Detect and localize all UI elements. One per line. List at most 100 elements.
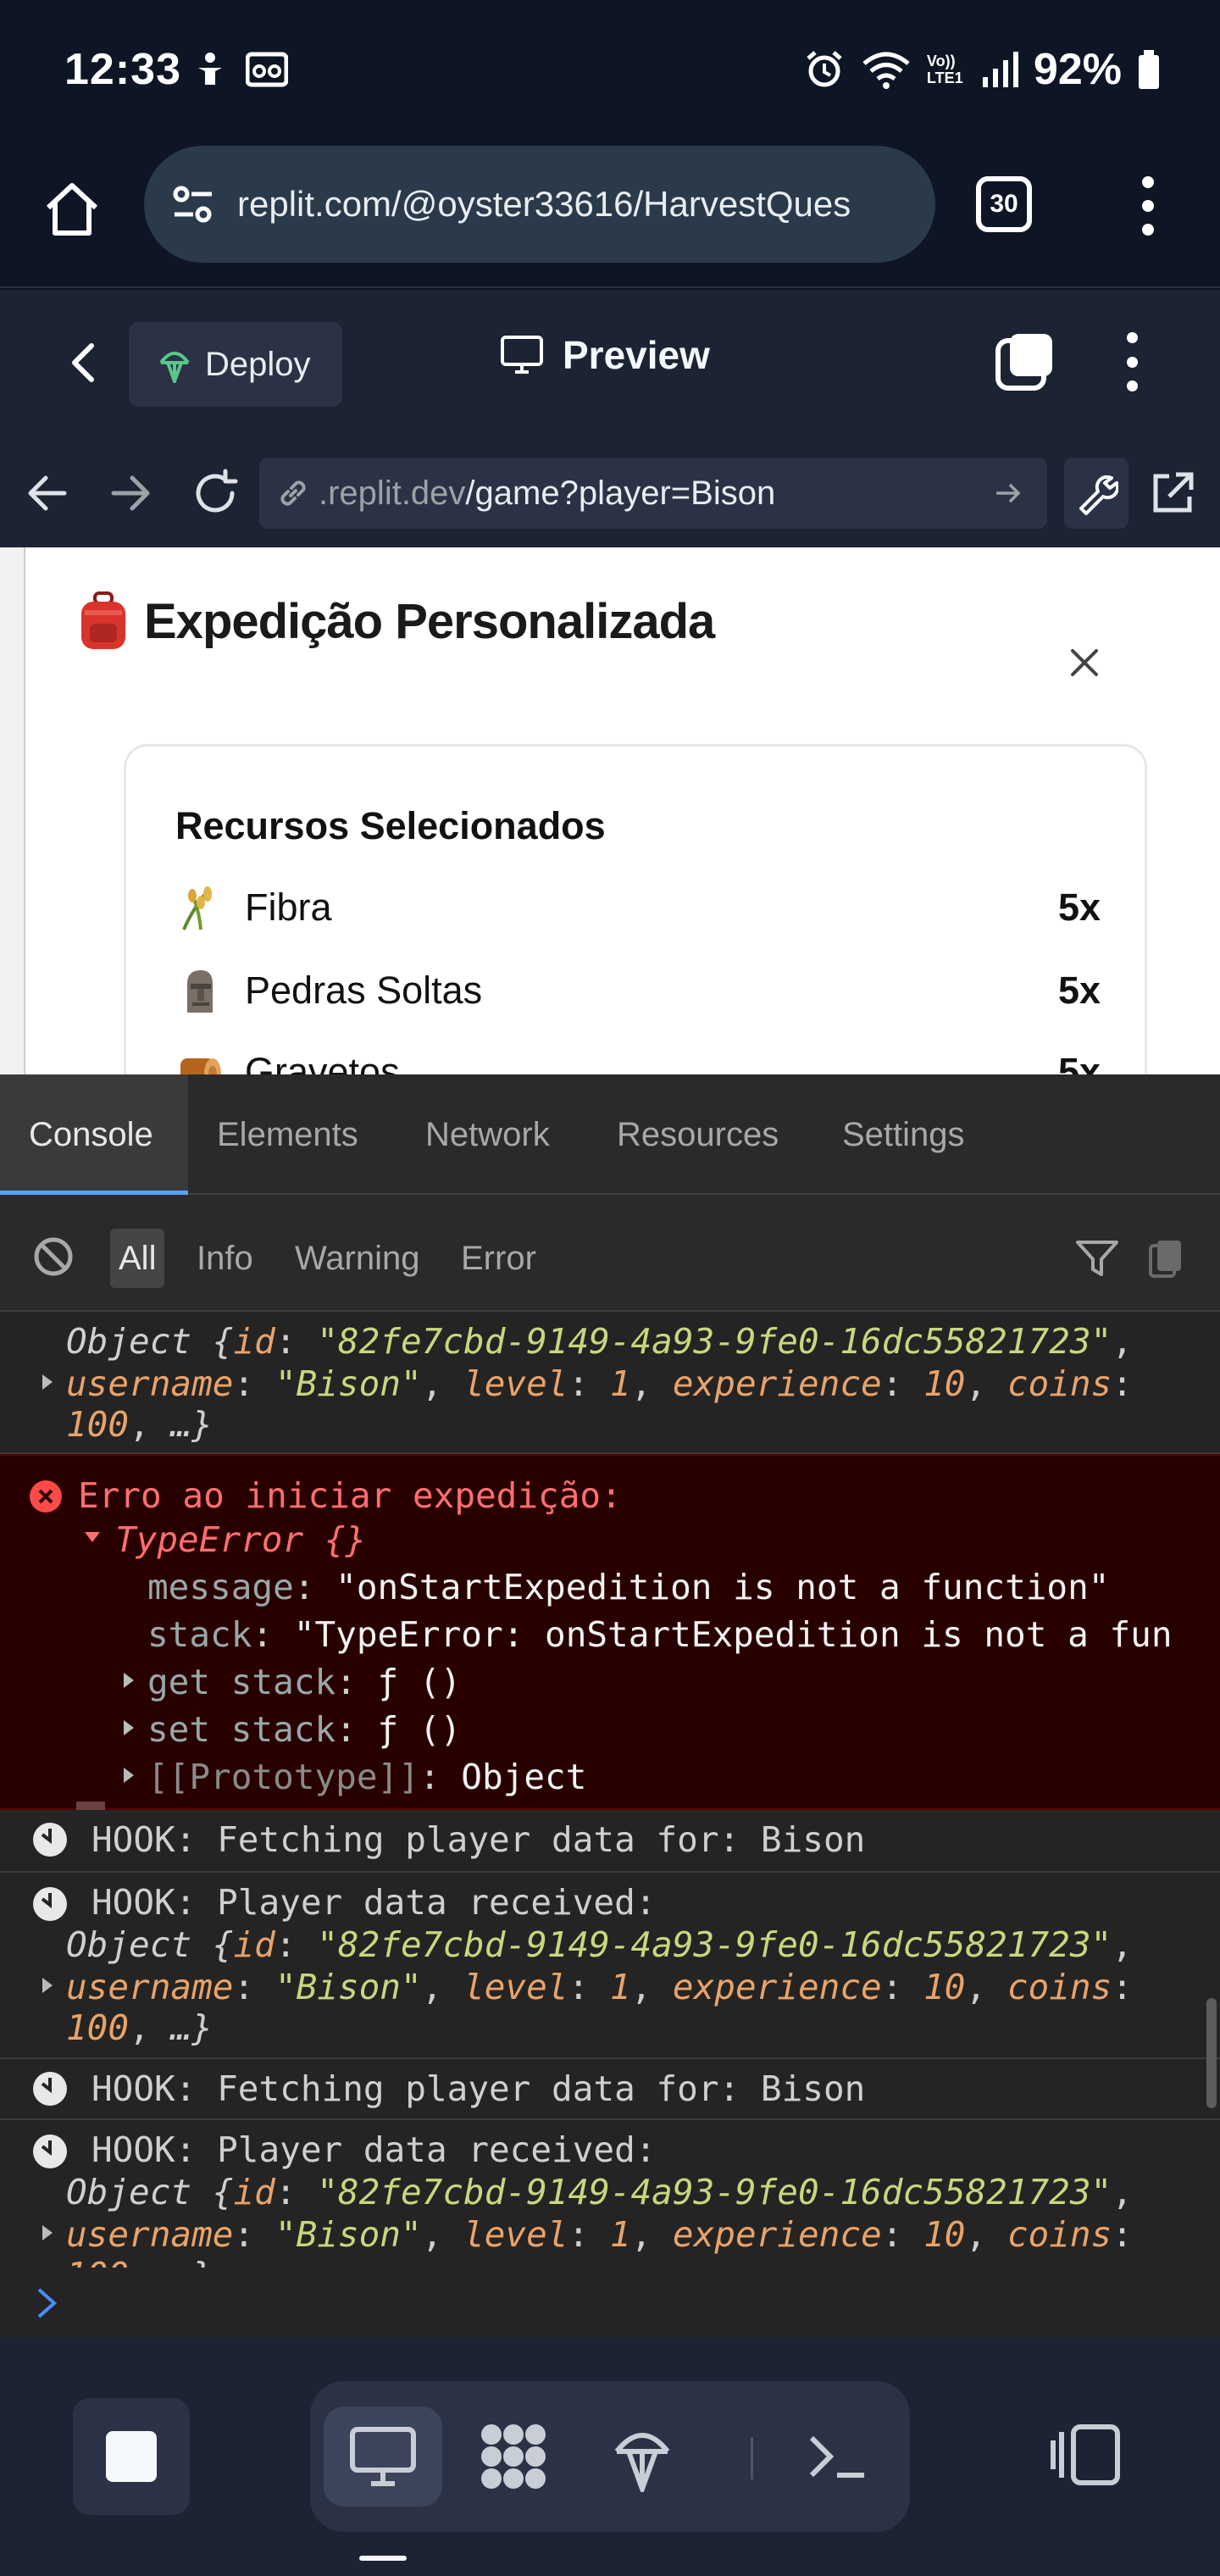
toolbar-separator (751, 2437, 753, 2479)
collapse-triangle-icon[interactable] (85, 1532, 100, 1542)
shell-tool-button[interactable] (778, 2407, 896, 2507)
close-icon[interactable] (1064, 642, 1105, 683)
resource-name: Gravetos (245, 1050, 400, 1074)
volte-label: Vo)) LTE1 (926, 53, 963, 86)
address-bar[interactable]: replit.com/@oyster33616/HarvestQues (144, 146, 935, 263)
hook-received-text: HOOK: Player data received: (92, 2129, 657, 2170)
tab-resources[interactable]: Resources (617, 1074, 779, 1195)
browser-toolbar: replit.com/@oyster33616/HarvestQues 30 (0, 146, 1220, 288)
hook-fetch-text: HOOK: Fetching player data for: Bison (92, 2068, 866, 2109)
hook-received-text: HOOK: Player data received: (92, 1882, 657, 1923)
log-object-line2: username: "Bison", level: 1, experience:… (66, 2214, 1133, 2255)
tab-network[interactable]: Network (425, 1074, 550, 1195)
deploy-tool-button[interactable] (583, 2407, 702, 2507)
devtools-tabs: Console Elements Network Resources Setti… (0, 1074, 1220, 1195)
deploy-button[interactable]: Deploy (129, 322, 342, 407)
preview-title[interactable]: Preview (500, 332, 710, 378)
duplicate-tab-icon[interactable] (995, 330, 1057, 393)
log-entry-object: Object {id: "82fe7cbd-9149-4a93-9fe0-16d… (0, 1312, 1220, 1454)
preview-tool-button[interactable] (324, 2407, 442, 2507)
timer-icon (33, 1887, 67, 1921)
battery-icon (1139, 50, 1159, 89)
site-settings-icon[interactable] (169, 180, 217, 228)
game-preview: Expedição Personalizada Recursos Selecio… (0, 547, 1220, 1074)
filter-all[interactable]: All (110, 1229, 165, 1288)
tab-settings[interactable]: Settings (842, 1074, 965, 1195)
tab-switcher-button[interactable]: 30 (976, 176, 1032, 232)
webview-url-path: /game?player=Bison (465, 474, 776, 512)
deploy-icon (159, 352, 190, 383)
expand-triangle-icon[interactable] (42, 1978, 53, 1993)
expand-triangle-icon[interactable] (42, 2225, 53, 2240)
error-type: TypeError {} (115, 1519, 367, 1560)
resource-name: Pedras Soltas (245, 969, 483, 1012)
link-icon (280, 480, 306, 506)
filter-warning[interactable]: Warning (286, 1229, 428, 1288)
status-right: Vo)) LTE1 92% (803, 44, 1161, 95)
console-prompt[interactable] (0, 2268, 1220, 2337)
terminal-icon (809, 2435, 864, 2478)
resource-name: Fibra (245, 886, 332, 929)
expand-triangle-icon[interactable] (42, 1374, 53, 1390)
back-arrow-icon[interactable] (20, 466, 75, 520)
home-button[interactable] (34, 171, 110, 247)
log-object-line3: 100, …} (66, 2007, 213, 2048)
console-scrollbar[interactable] (1206, 1998, 1217, 2108)
gesture-home-indicator (359, 2556, 407, 2561)
stop-button[interactable] (73, 2398, 190, 2515)
toggle-panels-button[interactable] (1039, 2408, 1132, 2501)
resource-row: Gravetos 5x (175, 1038, 1101, 1074)
devtools-toggle-button[interactable] (1064, 458, 1128, 529)
log-entry-hook-received: HOOK: Player data received: Object {id: … (0, 2120, 1220, 2268)
selected-resources-card: Recursos Selecionados Fibra 5x Pedras So… (124, 744, 1147, 1074)
expand-triangle-icon[interactable] (124, 1768, 134, 1783)
back-chevron-icon[interactable] (59, 337, 110, 388)
browser-menu-button[interactable] (1127, 176, 1169, 236)
modal-title: Expedição Personalizada (144, 593, 715, 649)
moai-stone-icon (187, 970, 213, 1013)
open-external-icon[interactable] (1147, 468, 1198, 519)
resource-row: Pedras Soltas 5x (175, 957, 1101, 1024)
accessibility-icon (198, 53, 222, 85)
preview-label: Preview (563, 333, 710, 377)
tab-console[interactable]: Console (0, 1074, 188, 1195)
clear-console-icon[interactable] (32, 1235, 75, 1278)
prompt-chevron-icon (37, 2288, 58, 2318)
expand-triangle-icon[interactable] (124, 1720, 134, 1735)
wifi-icon (862, 52, 910, 89)
wrench-icon (1079, 475, 1118, 515)
resource-qty: 5x (1057, 969, 1101, 1012)
log-object-line2: username: "Bison", level: 1, experience:… (66, 1363, 1133, 1404)
log-object-line1: Object {id: "82fe7cbd-9149-4a93-9fe0-16d… (66, 1321, 1133, 1362)
error-message-prop: message: "onStartExpedition is not a fun… (147, 1567, 1110, 1607)
go-arrow-icon[interactable] (991, 476, 1025, 510)
filter-info[interactable]: Info (188, 1229, 262, 1288)
timer-icon (33, 1823, 67, 1857)
resource-qty: 5x (1057, 886, 1101, 929)
webview-nav: .replit.dev/game?player=Bison (0, 439, 1220, 547)
home-icon (46, 183, 98, 236)
log-object-line3: 100, …} (66, 2252, 213, 2268)
error-title: Erro ao iniciar expedição: (78, 1475, 622, 1516)
filter-error[interactable]: Error (452, 1229, 545, 1288)
expand-triangle-icon[interactable] (124, 1673, 134, 1688)
monitor-icon (501, 336, 543, 374)
console-output[interactable]: Object {id: "82fe7cbd-9149-4a93-9fe0-16d… (0, 1312, 1220, 2268)
webview-url-bar[interactable]: .replit.dev/game?player=Bison (259, 458, 1047, 529)
alarm-icon (807, 51, 842, 87)
filter-funnel-icon[interactable] (1074, 1237, 1120, 1280)
log-object-line2: username: "Bison", level: 1, experience:… (66, 1967, 1133, 2007)
tab-elements[interactable]: Elements (217, 1074, 358, 1195)
apps-grid-icon (481, 2424, 546, 2489)
address-bar-url: replit.com/@oyster33616/HarvestQues (237, 184, 851, 224)
error-get-stack: get stack: ƒ () (147, 1662, 462, 1702)
forward-arrow-icon[interactable] (103, 466, 158, 520)
copy-logs-icon[interactable] (1147, 1237, 1184, 1280)
replit-menu-button[interactable] (1115, 332, 1149, 391)
reload-icon[interactable] (188, 466, 242, 520)
deploy-icon (614, 2433, 670, 2492)
all-tools-button[interactable] (454, 2407, 573, 2507)
error-set-stack: set stack: ƒ () (147, 1709, 462, 1750)
hook-fetch-text: HOOK: Fetching player data for: Bison (92, 1819, 866, 1860)
wood-log-icon (180, 1058, 221, 1074)
